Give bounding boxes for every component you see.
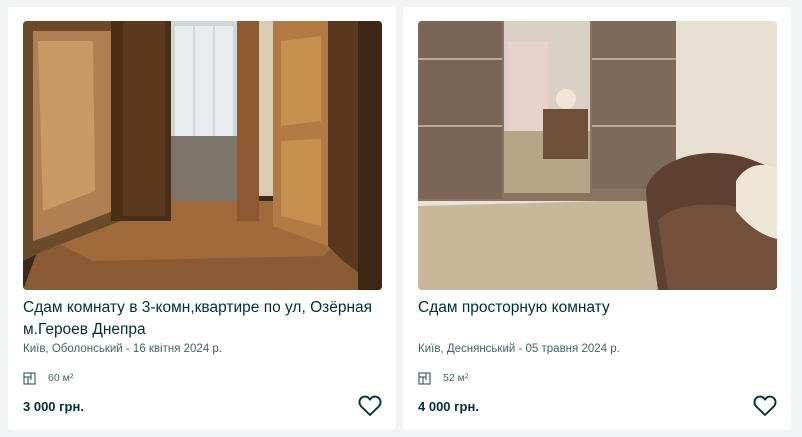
room-photo-image xyxy=(418,21,777,290)
listing-card[interactable]: Сдам просторную комнату Київ, Деснянськи… xyxy=(403,7,791,430)
listing-card[interactable]: Сдам комнату в 3-комн,квартире по ул, Оз… xyxy=(8,7,396,430)
floor-plan-icon xyxy=(418,371,431,385)
listing-photo[interactable] xyxy=(23,21,382,290)
area-info: 52 м² xyxy=(418,370,468,386)
favorite-button[interactable] xyxy=(358,395,382,417)
area-value: 52 м² xyxy=(443,372,469,384)
listing-photo[interactable] xyxy=(418,21,777,290)
listing-title[interactable]: Сдам просторную комнату xyxy=(418,297,778,319)
price: 4 000 грн. xyxy=(418,399,479,414)
area-info: 60 м² xyxy=(23,370,73,386)
listing-title[interactable]: Сдам комнату в 3-комн,квартире по ул, Оз… xyxy=(23,297,383,341)
price: 3 000 грн. xyxy=(23,399,84,414)
hallway-photo-image xyxy=(23,21,382,290)
favorite-button[interactable] xyxy=(753,395,777,417)
heart-outline-icon xyxy=(358,395,382,416)
floor-plan-icon xyxy=(23,371,36,385)
location-date: Київ, Оболонський - 16 квітня 2024 р. xyxy=(23,343,223,355)
heart-outline-icon xyxy=(753,395,777,416)
location-date: Київ, Деснянський - 05 травня 2024 р. xyxy=(418,343,620,355)
area-value: 60 м² xyxy=(48,372,74,384)
